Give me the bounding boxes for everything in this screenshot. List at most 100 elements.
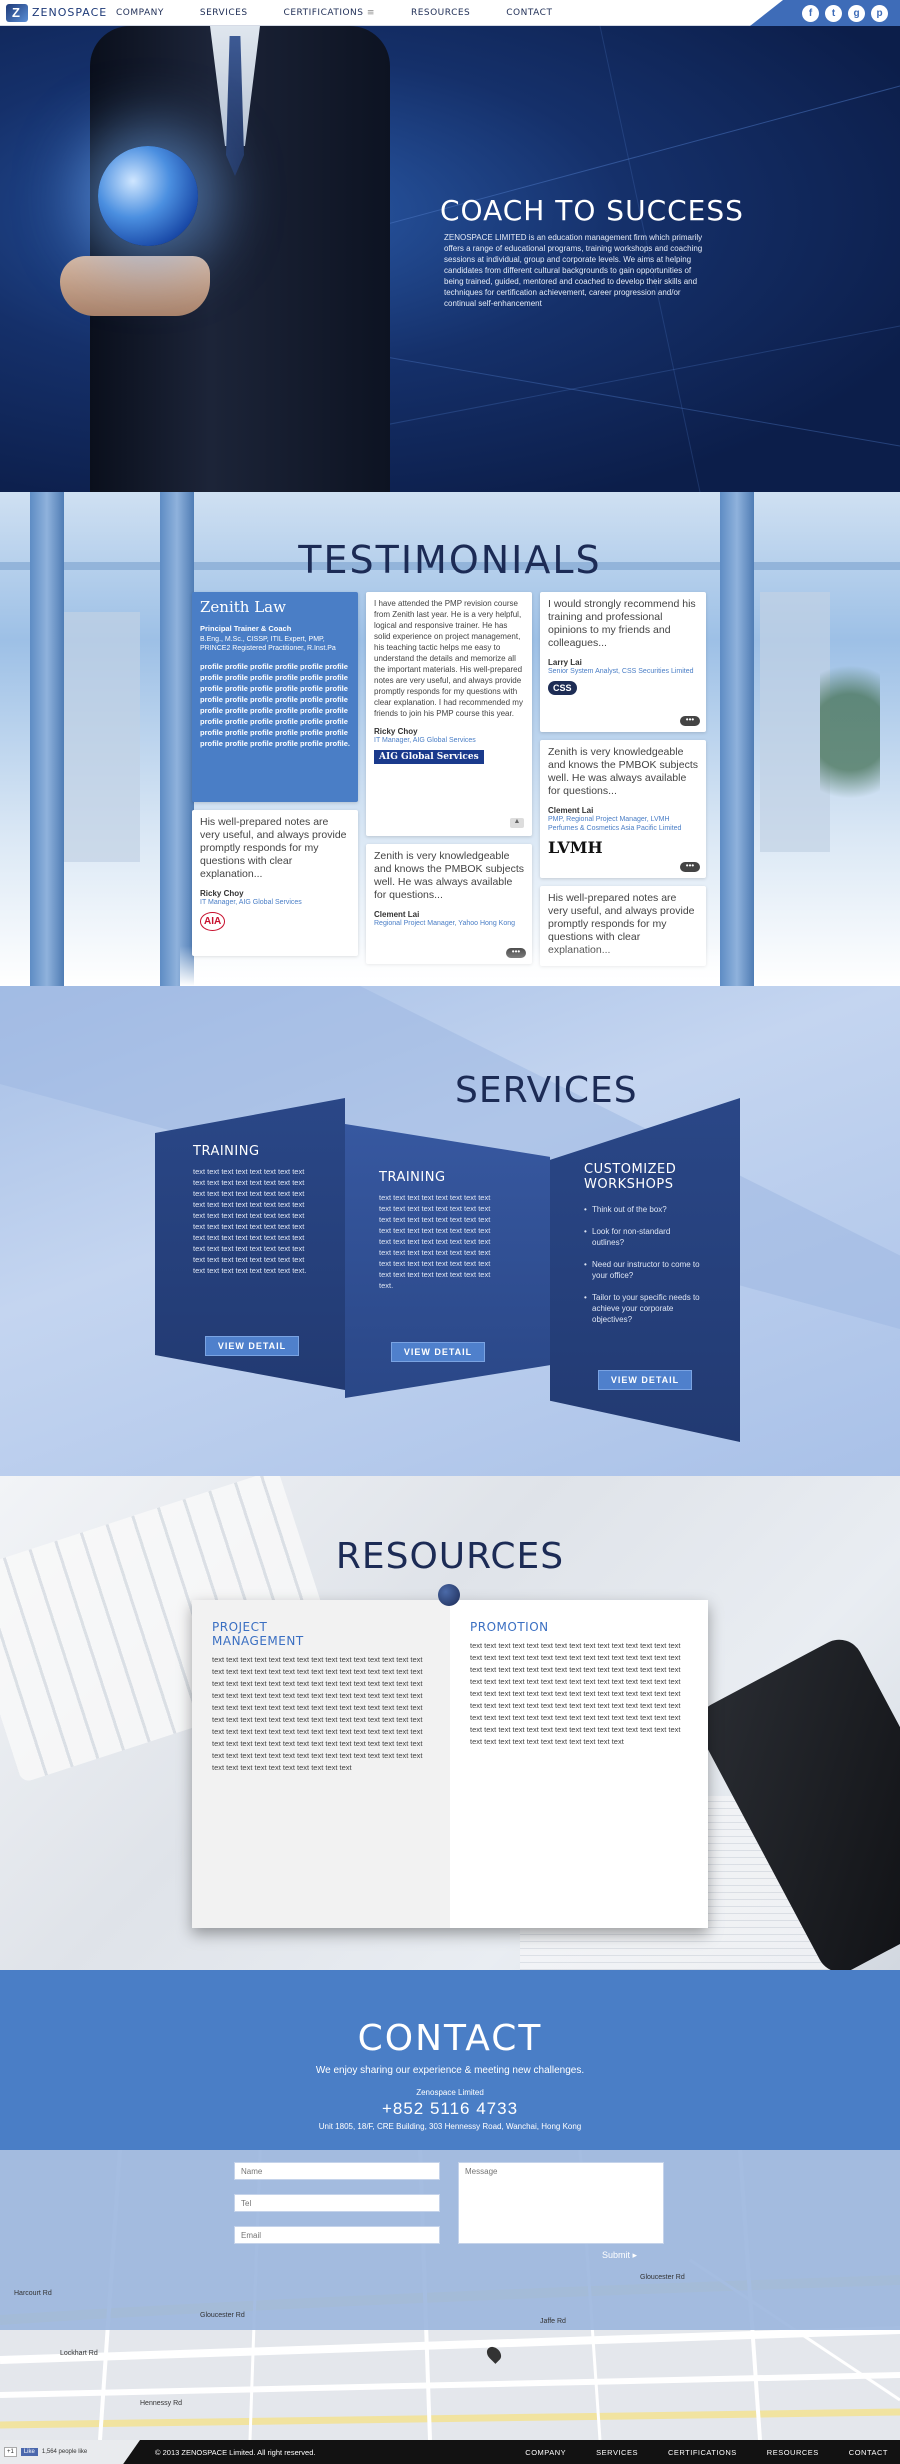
facebook-icon[interactable]: f (802, 4, 819, 22)
trainer-name: Zenith Law (200, 598, 286, 616)
testimonial-column: I would strongly recommend his training … (540, 592, 706, 974)
testimonial-quote: His well-prepared notes are very useful,… (200, 816, 347, 880)
hero-description: ZENOSPACE LIMITED is an education manage… (444, 233, 703, 308)
css-logo: CSS (548, 681, 577, 695)
footer-link-contact[interactable]: CONTACT (849, 2448, 888, 2457)
testimonials-section: TESTIMONIALS Zenith Law Principal Traine… (0, 492, 900, 986)
service-bullet: Tailor to your specific needs to achieve… (584, 1292, 704, 1325)
resources-section: RESOURCES PROJECT MANAGEMENT text text t… (0, 1476, 900, 1970)
collapse-button[interactable]: ▲ (510, 818, 524, 828)
map-section: Harcourt Rd Gloucester Rd Gloucester Rd … (0, 2150, 900, 2440)
footer-link-certifications[interactable]: CERTIFICATIONS (668, 2448, 737, 2457)
footer-link-services[interactable]: SERVICES (596, 2448, 638, 2457)
testimonial-quote: Zenith is very knowledgeable and knows t… (374, 850, 524, 901)
testimonial-author: Ricky Choy (374, 727, 418, 736)
nav-item-services[interactable]: SERVICES (200, 8, 248, 18)
testimonial-card: His well-prepared notes are very useful,… (192, 810, 358, 956)
service-panel-training-2: TRAINING text text text text text text t… (345, 1124, 550, 1398)
services-section: SERVICES TRAINING text text text text te… (0, 986, 900, 1476)
view-detail-button[interactable]: VIEW DETAIL (598, 1370, 692, 1390)
testimonial-position: IT Manager, AIG Global Services (200, 899, 302, 906)
footer: +1 Like 1,564 people like © 2013 ZENOSPA… (0, 2440, 900, 2464)
aig-logo: AIG Global Services (374, 750, 484, 764)
more-button[interactable]: ••• (680, 716, 700, 726)
nav-item-certifications[interactable]: CERTIFICATIONS ≡ (284, 8, 375, 18)
globe-icon (98, 146, 198, 246)
service-title: CUSTOMIZED WORKSHOPS (584, 1162, 677, 1192)
testimonial-author: Ricky Choy (200, 889, 244, 898)
testimonial-position: IT Manager, AIG Global Services (374, 737, 476, 744)
map-label: Jaffe Rd (540, 2318, 566, 2325)
company-name: Zenospace Limited (416, 2088, 484, 2097)
background-building (60, 612, 140, 862)
map-label: Lockhart Rd (60, 2350, 98, 2357)
logo-text: ZENOSPACE (32, 6, 108, 19)
testimonial-column: Zenith Law Principal Trainer & Coach B.E… (192, 592, 358, 964)
phone-number[interactable]: +852 5116 4733 (0, 2099, 900, 2119)
contact-section: CONTACT We enjoy sharing our experience … (0, 1970, 900, 2150)
resources-project-management: PROJECT MANAGEMENT text text text text t… (192, 1600, 450, 1928)
testimonial-position: Regional Project Manager, Yahoo Hong Kon… (374, 920, 516, 927)
address: Unit 1805, 18/F, CRE Building, 303 Henne… (318, 2122, 582, 2131)
more-button[interactable]: ••• (680, 862, 700, 872)
submit-button[interactable]: Submit ▸ (602, 2250, 637, 2261)
resources-title: RESOURCES (335, 1536, 565, 1577)
testimonial-author: Larry Lai (548, 658, 582, 667)
service-title: TRAINING (379, 1170, 446, 1185)
message-field[interactable] (458, 2162, 664, 2244)
footer-link-resources[interactable]: RESOURCES (767, 2448, 819, 2457)
facebook-like-button[interactable]: Like (20, 2448, 38, 2456)
view-detail-button[interactable]: VIEW DETAIL (391, 1342, 485, 1362)
service-bullets: Think out of the box? Look for non-stand… (584, 1204, 704, 1336)
map-label: Harcourt Rd (14, 2290, 52, 2297)
testimonial-quote: Zenith is very knowledgeable and knows t… (548, 746, 698, 797)
services-title: SERVICES (455, 1070, 638, 1111)
google-plus-one-button[interactable]: +1 (4, 2447, 17, 2457)
google-plus-icon[interactable]: g (848, 4, 865, 22)
service-title: TRAINING (193, 1144, 260, 1159)
resource-text: text text text text text text text text … (470, 1641, 681, 1746)
testimonials-title: TESTIMONIALS (298, 538, 602, 582)
nav-item-contact[interactable]: CONTACT (506, 8, 552, 18)
service-text: text text text text text text text text … (193, 1167, 307, 1275)
logo[interactable]: ZENOSPACE (6, 3, 116, 22)
hand (60, 256, 210, 316)
top-nav: ZENOSPACE COMPANY SERVICES CERTIFICATION… (0, 0, 900, 26)
email-field[interactable] (234, 2226, 440, 2244)
nav-item-company[interactable]: COMPANY (116, 8, 164, 18)
pinterest-icon[interactable]: p (871, 4, 888, 22)
map-label: Gloucester Rd (200, 2312, 245, 2319)
testimonial-position: Senior System Analyst, CSS Securities Li… (548, 668, 694, 675)
map-label: Gloucester Rd (640, 2274, 685, 2281)
footer-link-company[interactable]: COMPANY (525, 2448, 566, 2457)
service-panel-training: TRAINING text text text text text text t… (155, 1098, 345, 1390)
resource-text: text text text text text text text text … (212, 1655, 423, 1772)
testimonial-column: I have attended the PMP revision course … (366, 592, 532, 972)
trainer-profile-card: Zenith Law Principal Trainer & Coach B.E… (192, 592, 358, 802)
twitter-icon[interactable]: t (825, 4, 842, 22)
resources-promotion: PROMOTION text text text text text text … (450, 1600, 708, 1928)
copyright: © 2013 ZENOSPACE Limited. All right rese… (155, 2447, 316, 2457)
testimonial-author: Clement Lai (374, 910, 420, 919)
contact-form: Submit ▸ (234, 2162, 664, 2262)
testimonial-author: Clement Lai (548, 806, 594, 815)
aia-logo: AIA (200, 912, 226, 931)
nav-item-resources[interactable]: RESOURCES (411, 8, 470, 18)
lvmh-logo: LVMH (548, 838, 603, 857)
testimonial-quote: I have attended the PMP revision course … (374, 599, 523, 718)
plant (820, 642, 880, 822)
contact-title: CONTACT (357, 2018, 543, 2059)
view-detail-button[interactable]: VIEW DETAIL (205, 1336, 299, 1356)
businessman-image (60, 26, 390, 492)
trainer-profile: profile profile profile profile profile … (200, 662, 351, 748)
pin-icon (438, 1584, 460, 1606)
tel-field[interactable] (234, 2194, 440, 2212)
trainer-role: Principal Trainer & Coach (200, 624, 292, 633)
footer-links: COMPANY SERVICES CERTIFICATIONS RESOURCE… (525, 2448, 888, 2457)
name-field[interactable] (234, 2162, 440, 2180)
resource-title[interactable]: PROJECT MANAGEMENT (212, 1620, 322, 1648)
service-bullet: Look for non-standard outlines? (584, 1226, 704, 1248)
resource-title[interactable]: PROMOTION (470, 1620, 688, 1634)
trainer-qualifications: B.Eng., M.Sc., CISSP, ITIL Expert, PMP, … (200, 636, 336, 652)
hero-title: COACH TO SUCCESS (440, 194, 744, 227)
